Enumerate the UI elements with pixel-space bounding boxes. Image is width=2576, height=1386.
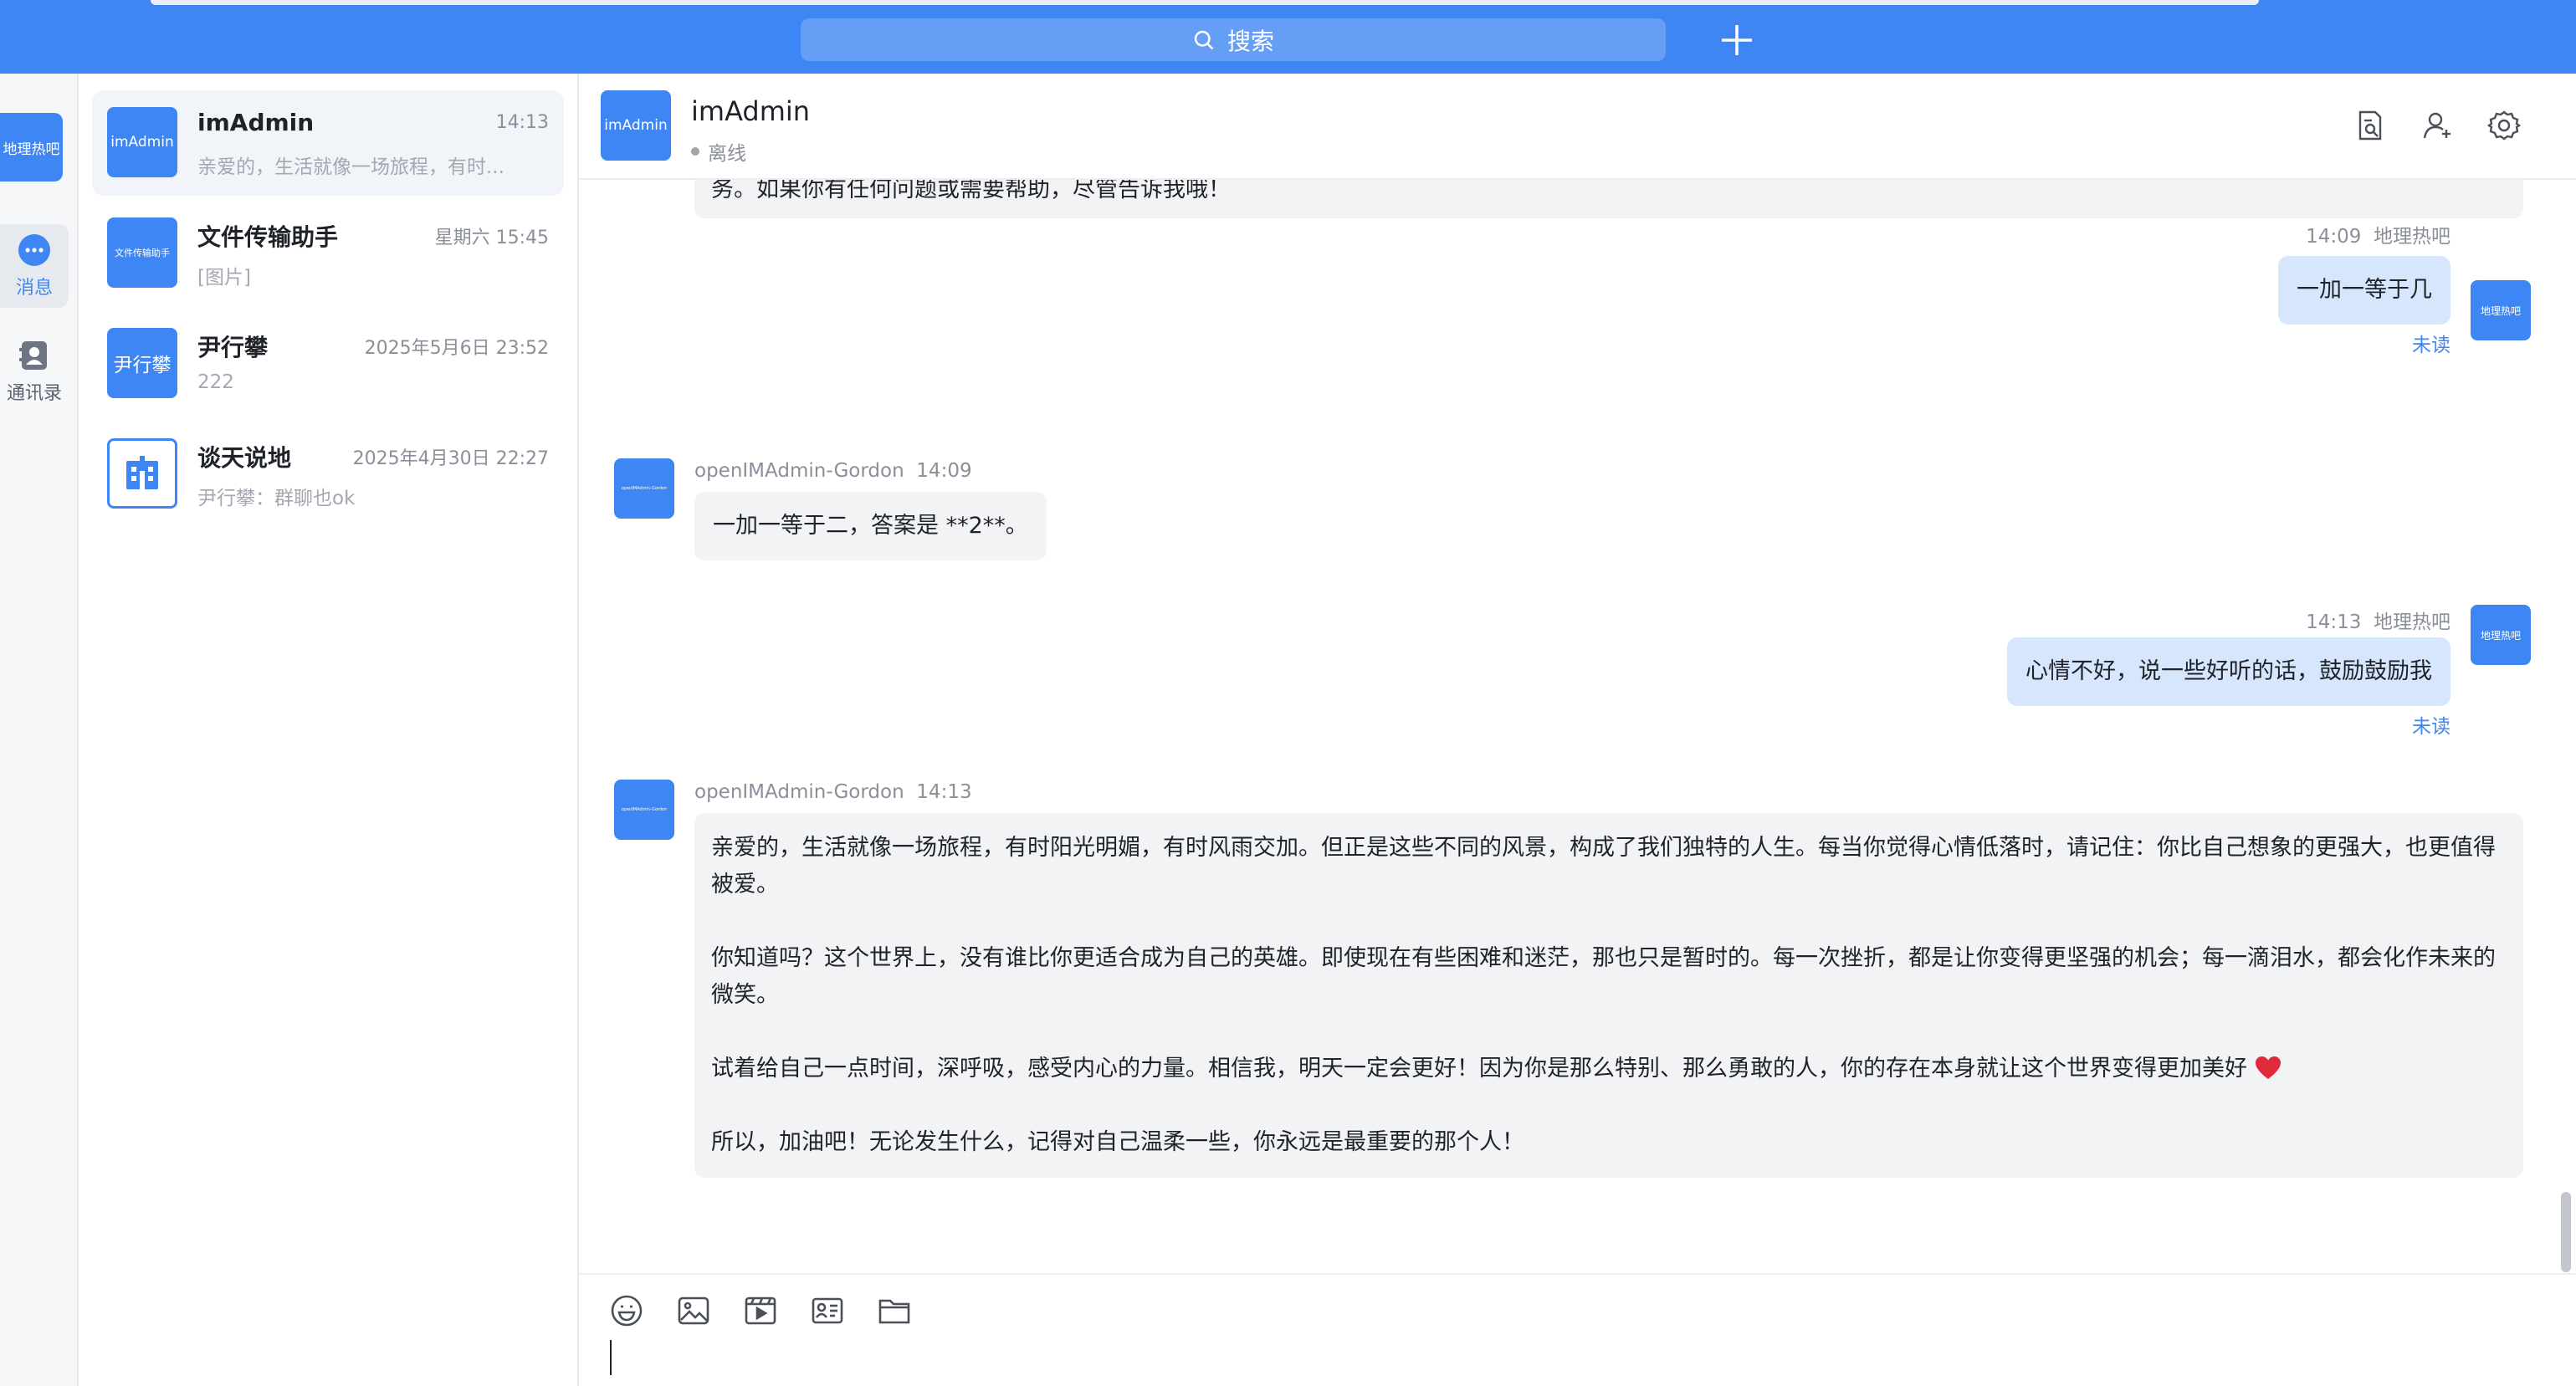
plus-icon	[1722, 25, 1752, 55]
search-icon	[1194, 30, 1214, 49]
message-text: 一加一等于二，答案是 **2**。	[713, 513, 1028, 539]
card-button[interactable]	[808, 1291, 847, 1330]
conversation-avatar: 文件传输助手	[107, 217, 177, 288]
message-meta: openIMAdmin-Gordon 14:09	[694, 460, 972, 482]
emoji-icon	[611, 1295, 643, 1327]
message-meta: 14:09 地理热吧	[2306, 220, 2451, 248]
conversation-time: 14:13	[495, 112, 549, 133]
search-input[interactable]: 搜索	[801, 18, 1666, 61]
message-scrollbar[interactable]	[2561, 1192, 2571, 1272]
video-icon	[745, 1296, 776, 1325]
conversation-item[interactable]: 文件传输助手 文件传输助手 星期六 15:45 [图片]	[92, 201, 564, 306]
status-dot	[691, 147, 699, 156]
message-sender: openIMAdmin-Gordon	[694, 460, 904, 482]
conversation-name: 尹行攀	[197, 334, 269, 361]
image-button[interactable]	[674, 1291, 713, 1330]
nav-messages-label: 消息	[15, 278, 53, 299]
conversation-name: 文件传输助手	[197, 223, 339, 251]
message-paragraph: 所以，加油吧！无论发生什么，记得对自己温柔一些，你永远是最重要的那个人！	[711, 1129, 1524, 1155]
message-bubble: 一加一等于二，答案是 **2**。	[694, 492, 1047, 560]
chat-panel: imAdmin imAdmin 离线 务。如果你有任何问题或需要帮助，尽管告诉我…	[579, 74, 2576, 1386]
message-text: 心情不好，说一些好听的话，鼓励鼓励我	[2025, 658, 2432, 684]
message-paragraph: 亲爱的，生活就像一场旅程，有时阳光明媚，有时风雨交加。但正是这些不同的风景，构成…	[711, 835, 2496, 898]
message-avatar[interactable]: 地理热吧	[2471, 280, 2531, 340]
conversation-item[interactable]: 尹行攀 尹行攀 2025年5月6日 23:52 222	[92, 311, 564, 417]
folder-icon	[878, 1299, 910, 1324]
message-avatar[interactable]: 地理热吧	[2471, 605, 2531, 665]
message-time: 14:13	[916, 781, 972, 803]
building-icon	[126, 456, 158, 489]
message-paragraph-with-emoji: 试着给自己一点时间，深呼吸，感受内心的力量。相信我，明天一定会更好！因为你是那么…	[711, 1051, 2507, 1087]
emoji-button[interactable]	[607, 1291, 646, 1330]
window-top-edge	[151, 0, 2259, 5]
message-meta: openIMAdmin-Gordon 14:13	[694, 781, 972, 803]
read-status: 未读	[2412, 335, 2451, 356]
nav-rail: 地理热吧 消息 通讯录	[0, 74, 79, 1386]
message-time: 14:09	[916, 460, 972, 482]
search-placeholder: 搜索	[1227, 27, 1274, 55]
conversation-list: imAdmin imAdmin 14:13 亲爱的，生活就像一场旅程，有时...…	[79, 74, 579, 1386]
file-button[interactable]	[875, 1291, 914, 1330]
conversation-name: 谈天说地	[197, 444, 292, 472]
message-sender: openIMAdmin-Gordon	[694, 781, 904, 803]
document-search-icon	[2358, 110, 2382, 141]
message-bubble: 亲爱的，生活就像一场旅程，有时阳光明媚，有时风雨交加。但正是这些不同的风景，构成…	[694, 813, 2523, 1178]
contacts-icon	[19, 341, 47, 370]
message-sender: 地理热吧	[2374, 226, 2451, 248]
search-history-button[interactable]	[2350, 105, 2390, 146]
conversation-preview: 222	[197, 371, 234, 393]
text-caret	[610, 1340, 612, 1375]
conversation-preview: 亲爱的，生活就像一场旅程，有时...	[197, 156, 504, 178]
message-avatar[interactable]: openIMAdmin-Gordon	[614, 458, 674, 519]
nav-contacts[interactable]: 通讯录	[0, 330, 69, 413]
read-status: 未读	[2412, 716, 2451, 738]
conversation-item[interactable]: 谈天说地 2025年4月30日 22:27 尹行攀：群聊也ok	[92, 422, 564, 527]
chat-bubble-icon	[18, 234, 50, 266]
message-bubble: 务。如果你有任何问题或需要帮助，尽管告诉我哦！	[694, 180, 2523, 218]
add-member-button[interactable]	[2417, 105, 2457, 146]
status-text: 离线	[708, 143, 746, 165]
message-input[interactable]	[596, 1342, 2553, 1383]
chat-header: imAdmin imAdmin 离线	[579, 74, 2576, 180]
message-text: 一加一等于几	[2297, 277, 2432, 303]
chat-title: imAdmin	[691, 95, 811, 127]
add-user-icon	[2423, 112, 2451, 139]
message-sender: 地理热吧	[2374, 611, 2451, 633]
nav-messages[interactable]: 消息	[0, 224, 69, 308]
conversation-time: 星期六 15:45	[434, 228, 549, 248]
card-icon	[812, 1297, 843, 1324]
image-icon	[678, 1296, 709, 1325]
conversation-preview: 尹行攀：群聊也ok	[197, 488, 356, 509]
message-paragraph: 试着给自己一点时间，深呼吸，感受内心的力量。相信我，明天一定会更好！因为你是那么…	[711, 1056, 2247, 1082]
settings-button[interactable]	[2484, 105, 2524, 146]
message-list[interactable]: 务。如果你有任何问题或需要帮助，尽管告诉我哦！ 14:09 地理热吧 地理热吧 …	[579, 180, 2576, 1273]
message-time: 14:09	[2306, 226, 2362, 248]
user-avatar[interactable]: 地理热吧	[0, 113, 63, 182]
heart-icon	[2255, 1056, 2281, 1079]
video-button[interactable]	[741, 1291, 780, 1330]
conversation-avatar: 尹行攀	[107, 328, 177, 398]
top-bar: 搜索	[0, 0, 2576, 74]
conversation-time: 2025年5月6日 23:52	[364, 338, 549, 359]
chat-avatar[interactable]: imAdmin	[601, 90, 671, 161]
group-avatar	[107, 438, 177, 509]
conversation-name: imAdmin	[197, 109, 315, 136]
add-button[interactable]	[1713, 17, 1760, 64]
message-bubble: 一加一等于几	[2278, 256, 2451, 325]
conversation-item[interactable]: imAdmin imAdmin 14:13 亲爱的，生活就像一场旅程，有时...	[92, 90, 564, 196]
message-bubble: 心情不好，说一些好听的话，鼓励鼓励我	[2007, 637, 2451, 706]
nav-contacts-label: 通讯录	[6, 383, 62, 404]
conversation-avatar: imAdmin	[107, 107, 177, 177]
message-avatar[interactable]: openIMAdmin-Gordon	[614, 780, 674, 840]
chat-status: 离线	[691, 137, 746, 166]
message-composer	[579, 1273, 2576, 1386]
message-text: 务。如果你有任何问题或需要帮助，尽管告诉我哦！	[711, 180, 1231, 202]
conversation-time: 2025年4月30日 22:27	[352, 448, 549, 469]
conversation-preview: [图片]	[197, 267, 251, 289]
message-meta: 14:13 地理热吧	[2306, 606, 2451, 634]
message-time: 14:13	[2306, 611, 2362, 633]
gear-icon	[2487, 110, 2521, 141]
message-paragraph: 你知道吗？这个世界上，没有谁比你更适合成为自己的英雄。即使现在有些困难和迷茫，那…	[711, 945, 2496, 1008]
